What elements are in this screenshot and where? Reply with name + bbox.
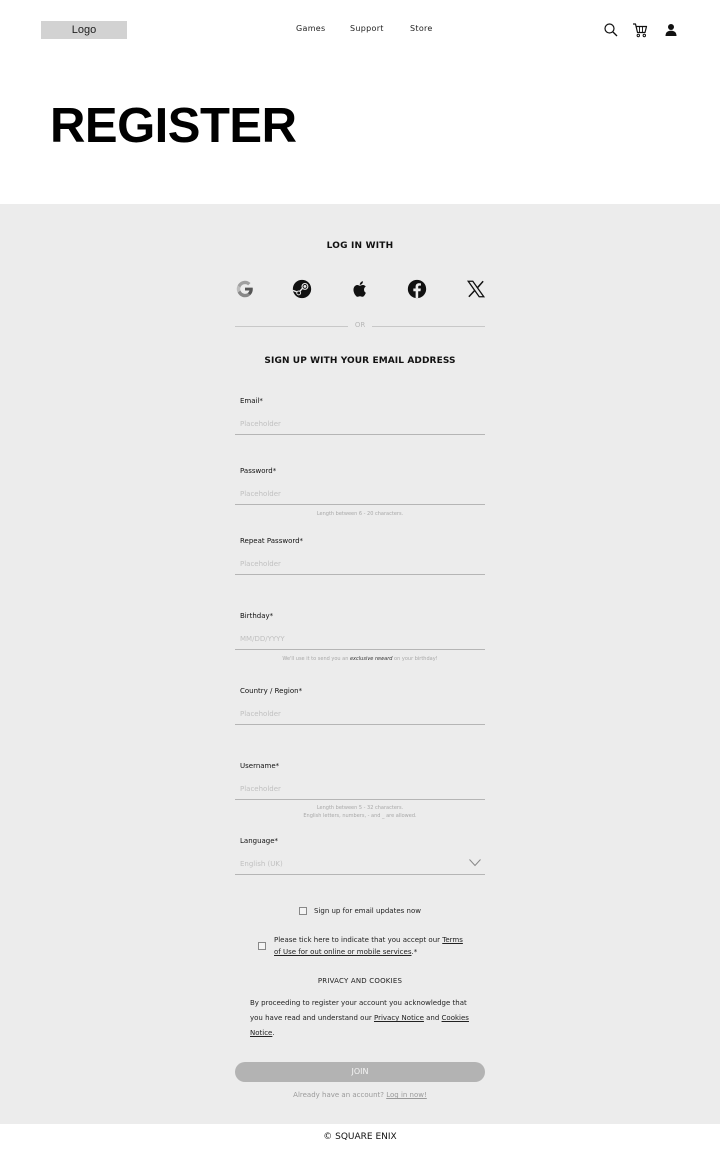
already-text: Already have an account? <box>293 1091 387 1099</box>
language-select[interactable] <box>235 853 485 875</box>
footer-copyright: © SQUARE ENIX <box>0 1124 720 1150</box>
signup-heading: SIGN UP WITH YOUR EMAIL ADDRESS <box>264 356 456 366</box>
repeat-password-input[interactable] <box>235 553 485 575</box>
birthday-hint-bold: exclusive reward <box>349 656 393 662</box>
repeat-password-label: Repeat Password* <box>240 537 304 545</box>
login-with-heading: LOG IN WITH <box>326 241 394 251</box>
password-input[interactable] <box>235 483 485 505</box>
email-updates-label: Sign up for email updates now <box>314 907 421 915</box>
login-link[interactable]: Log in now! <box>386 1091 427 1099</box>
email-updates-checkbox[interactable] <box>299 907 307 915</box>
email-input[interactable] <box>235 413 485 435</box>
birthday-input[interactable] <box>235 628 485 650</box>
birthday-hint: We'll use it to send you an exclusive re… <box>235 655 485 663</box>
register-panel <box>0 204 720 1124</box>
logo[interactable]: Logo <box>41 21 127 39</box>
password-label: Password* <box>240 467 277 475</box>
privacy-notice-link[interactable]: Privacy Notice <box>374 1014 424 1022</box>
google-icon[interactable] <box>234 278 256 300</box>
language-label: Language* <box>240 837 279 845</box>
username-hint-line2: English letters, numbers, - and _ are al… <box>303 813 417 819</box>
or-text: OR <box>354 321 366 329</box>
join-button[interactable]: JOIN <box>235 1062 485 1082</box>
x-icon[interactable] <box>465 278 487 300</box>
username-input[interactable] <box>235 778 485 800</box>
divider-line-right <box>372 326 485 327</box>
or-divider: OR <box>235 320 485 332</box>
apple-icon[interactable] <box>349 278 371 300</box>
legal-period: . <box>272 1029 275 1037</box>
terms-label: Please tick here to indicate that you ac… <box>274 934 468 958</box>
legal-text: By proceeding to register your account y… <box>250 996 475 1041</box>
steam-icon[interactable] <box>291 278 313 300</box>
country-input[interactable] <box>235 703 485 725</box>
password-hint: Length between 6 - 20 characters. <box>316 511 404 517</box>
privacy-heading: PRIVACY AND COOKIES <box>317 977 403 985</box>
birthday-hint-pre: We'll use it to send you an <box>282 656 350 662</box>
user-icon[interactable] <box>663 22 679 38</box>
chevron-down-icon[interactable] <box>469 859 481 867</box>
legal-and: and <box>423 1014 442 1022</box>
site-header: Logo Games Support Store <box>0 0 720 60</box>
page-title: REGISTER <box>50 99 297 153</box>
nav-store[interactable]: Store <box>410 24 433 33</box>
email-label: Email* <box>240 397 263 405</box>
search-icon[interactable] <box>603 22 619 38</box>
country-label: Country / Region* <box>240 687 303 695</box>
already-account: Already have an account? Log in now! <box>0 1091 720 1099</box>
birthday-hint-post: on your birthday! <box>392 656 438 662</box>
nav-games[interactable]: Games <box>296 24 325 33</box>
cart-icon[interactable] <box>632 22 648 38</box>
nav-support[interactable]: Support <box>350 24 384 33</box>
terms-asterisk: .* <box>411 948 418 956</box>
birthday-label: Birthday* <box>240 612 274 620</box>
username-label: Username* <box>240 762 280 770</box>
username-hint-line1: Length between 5 - 32 characters. <box>316 805 404 811</box>
terms-text: Please tick here to indicate that you ac… <box>274 936 443 944</box>
terms-checkbox[interactable] <box>258 942 266 950</box>
facebook-icon[interactable] <box>406 278 428 300</box>
